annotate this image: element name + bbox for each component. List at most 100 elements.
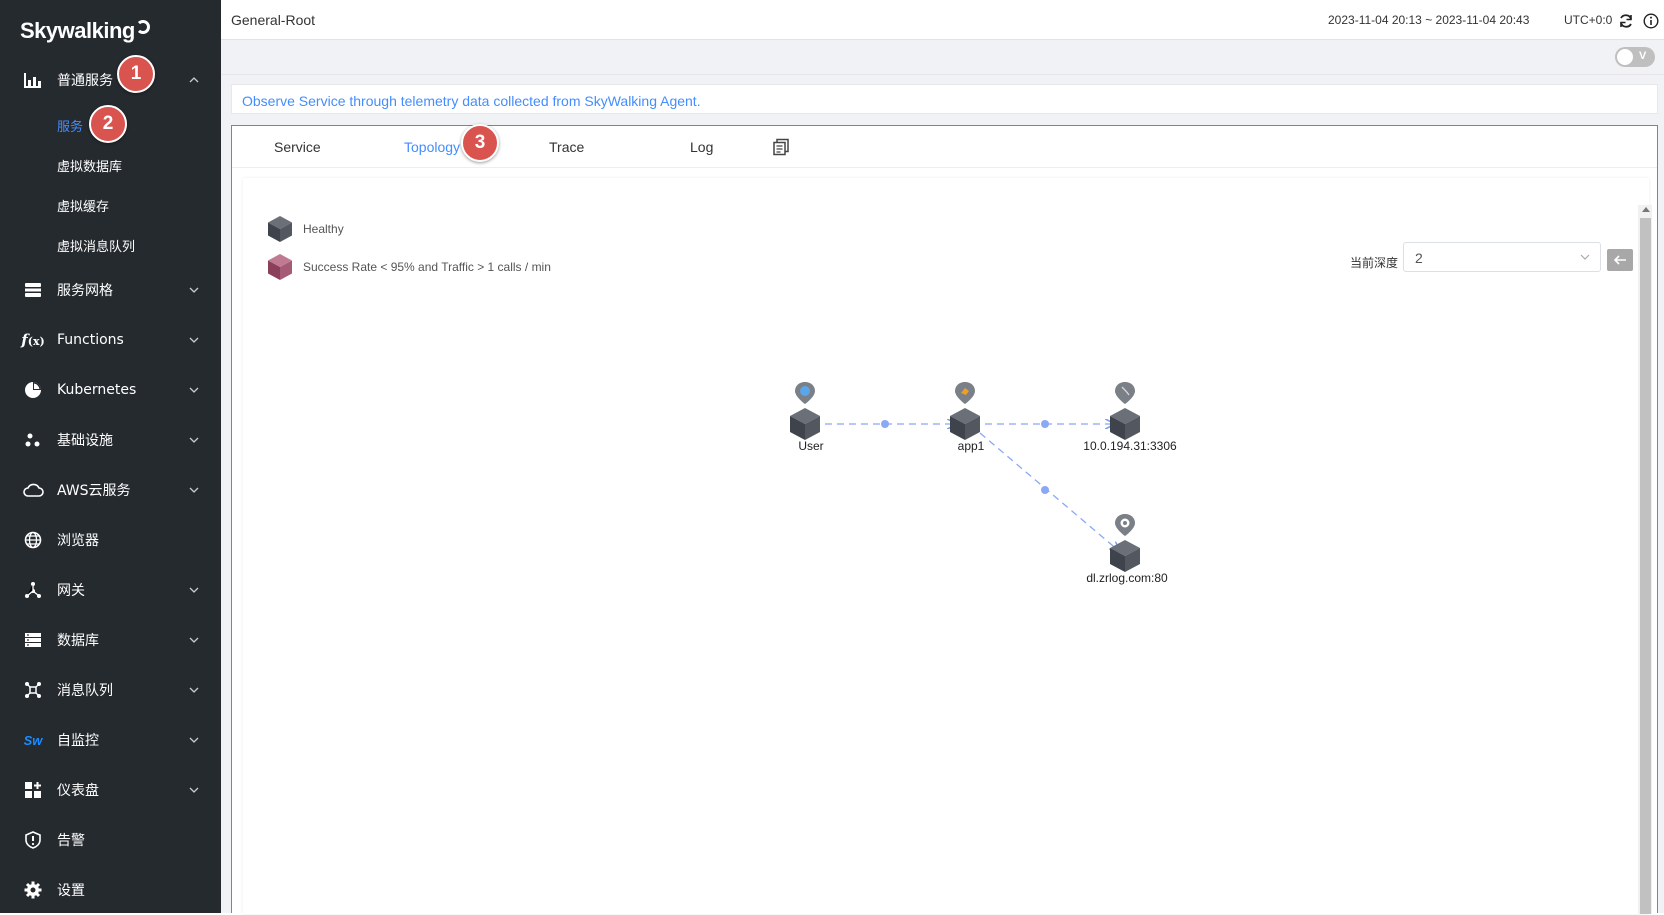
page-title: General-Root [231,12,316,28]
sidebar-item-label: 服务网格 [57,283,113,299]
sidebar-item-label: 消息队列 [57,683,113,699]
pie-chart-icon [22,379,44,401]
chevron-down-icon [189,487,199,493]
chevron-down-icon [189,637,199,643]
chevron-down-icon [189,687,199,693]
copy-icon[interactable] [772,138,790,156]
tab-log[interactable]: Log [690,139,713,155]
logo-swirl-icon [135,20,150,34]
sidebar-subitem-label: 虚拟消息队列 [57,239,136,255]
chevron-down-icon [189,787,199,793]
bar-chart-icon [22,69,44,91]
chevron-down-icon [189,737,199,743]
sidebar-item-settings[interactable]: 设置 [0,865,221,915]
step-badge-3: 3 [461,124,499,162]
sidebar-item-label: AWS云服务 [57,483,131,499]
info-icon[interactable] [1643,13,1659,29]
sidebar-item-label: 设置 [57,883,85,899]
chevron-down-icon [189,437,199,443]
sidebar-item-functions[interactable]: f(x) Functions [0,315,221,365]
sidebar-subitem-virtual-database[interactable]: 虚拟数据库 [0,145,221,185]
sidebar-item-alerting[interactable]: 告警 [0,815,221,865]
sidebar-item-label: Functions [57,332,124,348]
toggle-knob [1617,49,1633,65]
tab-bar: Service Topology Trace Log [232,126,1657,168]
sidebar-item-gateway[interactable]: 网关 [0,565,221,615]
sidebar-menu: 普通服务 服务 虚拟数据库 虚拟缓存 虚拟消息队列 服务网格 f(x) Func… [0,55,221,915]
tab-topology[interactable]: Topology [404,139,460,155]
node-http[interactable] [1110,514,1140,572]
sidebar-item-label: 网关 [57,583,85,599]
node-label-user: User [798,439,824,453]
toggle-label: V [1639,50,1647,62]
dashboard-icon [22,779,44,801]
toolbar-strip: V [221,40,1664,75]
gateway-icon [22,579,44,601]
sidebar-item-message-queue[interactable]: 消息队列 [0,665,221,715]
node-user[interactable] [790,382,820,440]
topology-graph [790,382,1140,572]
sidebar-item-aws[interactable]: AWS云服务 [0,465,221,515]
sidebar-item-label: 浏览器 [57,533,99,549]
network-icon [22,679,44,701]
edge-midpoint[interactable] [1041,486,1049,494]
node-label-http: dl.zrlog.com:80 [1086,571,1168,585]
chevron-up-icon [189,77,199,83]
chevron-down-icon [189,387,199,393]
sidebar-item-general-service[interactable]: 普通服务 [0,55,221,105]
edge-midpoint[interactable] [1041,420,1049,428]
notice-text: Observe Service through telemetry data c… [242,93,701,109]
sidebar-item-label: 自监控 [57,733,99,749]
globe-icon [22,529,44,551]
chevron-down-icon [189,287,199,293]
sidebar-subitem-label: 服务 [57,119,84,135]
edge-midpoint[interactable] [881,420,889,428]
chevron-down-icon [189,587,199,593]
node-app1[interactable] [950,382,980,440]
sidebar-item-dashboard[interactable]: 仪表盘 [0,765,221,815]
notice-bar: Observe Service through telemetry data c… [231,84,1658,114]
sidebar-item-label: 基础设施 [57,433,113,449]
sidebar-item-kubernetes[interactable]: Kubernetes [0,365,221,415]
sidebar-item-infrastructure[interactable]: 基础设施 [0,415,221,465]
timezone-label[interactable]: UTC+0:0 [1564,13,1612,27]
tab-service[interactable]: Service [274,139,321,155]
sidebar-subitem-virtual-cache[interactable]: 虚拟缓存 [0,185,221,225]
sidebar-item-self-observability[interactable]: Sw 自监控 [0,715,221,765]
sw-icon: Sw [23,732,43,748]
sidebar-item-database[interactable]: 数据库 [0,615,221,665]
gear-icon [22,879,44,901]
sidebar-item-label: 数据库 [57,633,99,649]
service-panel: Service Topology Trace Log Healthy Succe… [231,125,1658,914]
node-mysql[interactable] [1110,382,1140,440]
sidebar-item-label: 告警 [57,833,85,849]
sidebar-item-label: Kubernetes [57,382,137,398]
layers-icon [22,279,44,301]
sidebar-item-browser[interactable]: 浏览器 [0,515,221,565]
node-label-mysql: 10.0.194.31:3306 [1083,439,1177,453]
chevron-down-icon [189,337,199,343]
node-label-app1: app1 [957,439,985,453]
scroll-up-arrow-icon[interactable] [1642,207,1650,212]
sidebar-subitem-label: 虚拟缓存 [57,199,110,215]
logo-text: Skywalking [20,18,135,43]
sidebar-subitem-virtual-mq[interactable]: 虚拟消息队列 [0,225,221,265]
time-range-picker[interactable]: 2023-11-04 20:13 ~ 2023-11-04 20:43 [1328,13,1529,27]
sidebar-item-service-mesh[interactable]: 服务网格 [0,265,221,315]
tab-trace[interactable]: Trace [549,139,584,155]
step-badge-2: 2 [89,105,127,143]
dots-icon [22,429,44,451]
sidebar-subitem-label: 虚拟数据库 [57,159,123,175]
topology-canvas[interactable]: Healthy Success Rate < 95% and Traffic >… [243,178,1652,914]
visualization-toggle[interactable]: V [1615,47,1655,67]
step-badge-1: 1 [117,55,155,93]
scrollbar-thumb[interactable] [1640,218,1651,914]
function-icon: f(x) [21,331,45,349]
skywalking-logo[interactable]: Skywalking [20,18,150,44]
alert-icon [22,829,44,851]
sidebar-item-label: 普通服务 [57,73,113,89]
sidebar-item-label: 仪表盘 [57,783,99,799]
cloud-icon [22,479,44,501]
refresh-icon[interactable] [1618,13,1634,29]
top-bar: General-Root 2023-11-04 20:13 ~ 2023-11-… [221,0,1664,40]
